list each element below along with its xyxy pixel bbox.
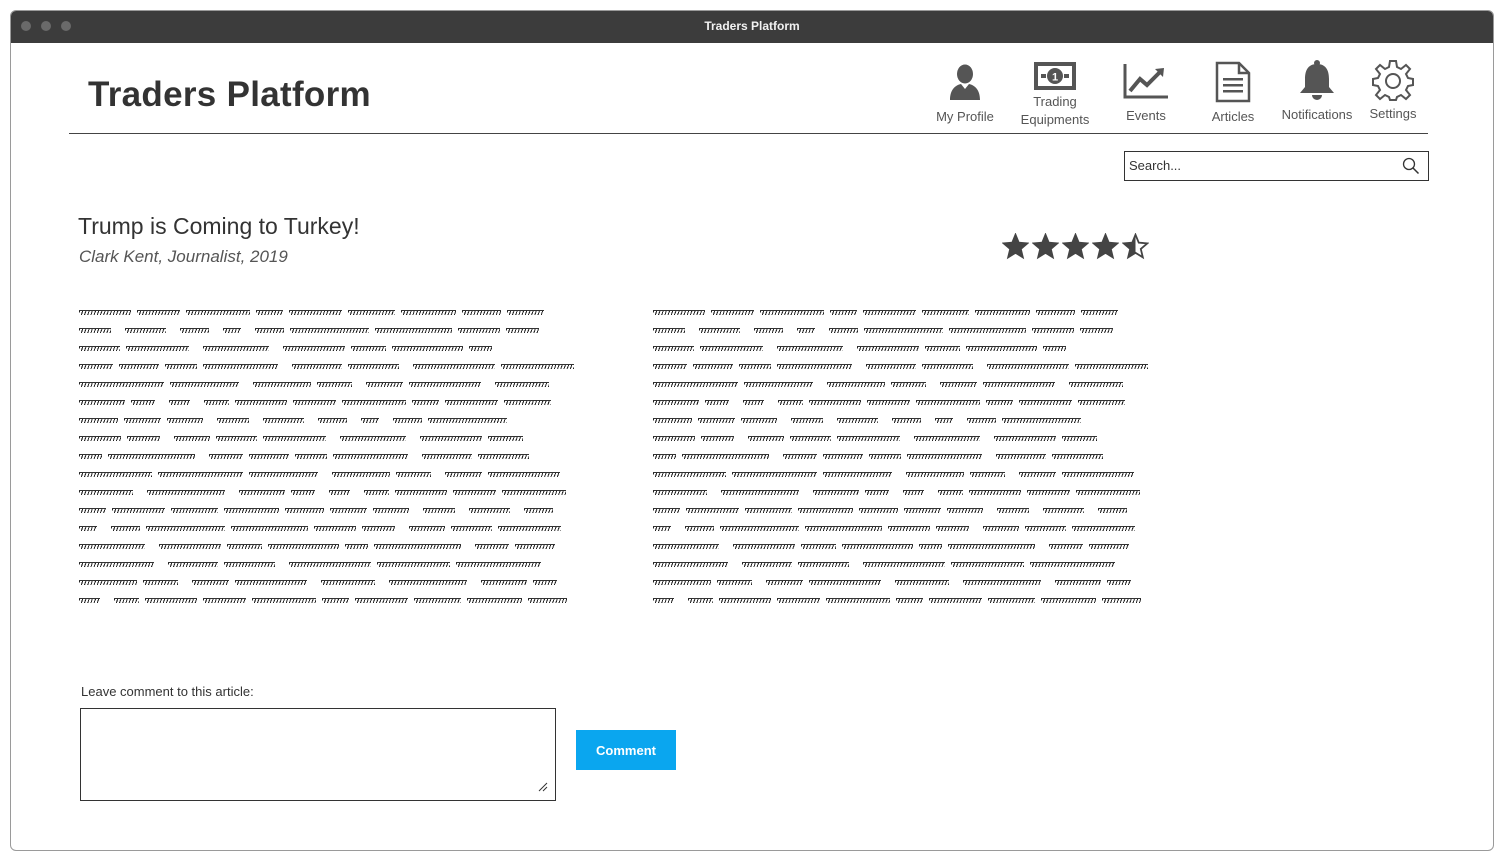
placeholder-text-line	[79, 412, 589, 430]
comment-textarea[interactable]	[80, 708, 556, 801]
nav-trading-equipments[interactable]: 1 Trading Equipments	[1011, 60, 1099, 129]
bell-icon	[1300, 60, 1334, 100]
article-byline: Clark Kent, Journalist, 2019	[79, 247, 288, 266]
placeholder-text-line	[79, 538, 589, 556]
placeholder-text-line	[653, 538, 1163, 556]
placeholder-text-line	[653, 520, 1163, 538]
nav-label-my-profile: My Profile	[936, 109, 994, 124]
placeholder-text-line	[79, 448, 589, 466]
placeholder-text-line	[79, 520, 589, 538]
nav-notifications[interactable]: Notifications	[1275, 59, 1359, 124]
article-body-left-column	[79, 304, 589, 610]
nav-label-trading-equipments: Trading Equipments	[1020, 94, 1090, 127]
window-title: Traders Platform	[704, 19, 800, 33]
window-titlebar: Traders Platform	[11, 11, 1493, 43]
placeholder-text-line	[79, 574, 589, 592]
placeholder-text-line	[79, 556, 589, 574]
nav-label-articles: Articles	[1211, 109, 1255, 124]
search-icon[interactable]	[1402, 157, 1420, 175]
star-full-icon[interactable]	[1062, 233, 1089, 260]
gear-icon	[1372, 60, 1414, 101]
user-icon	[950, 64, 980, 100]
placeholder-text-line	[79, 430, 589, 448]
placeholder-text-line	[653, 430, 1163, 448]
nav-label-settings: Settings	[1369, 106, 1417, 121]
app-title: Traders Platform	[88, 75, 371, 114]
placeholder-text-line	[79, 340, 589, 358]
article-body-right-column	[653, 304, 1163, 610]
placeholder-text-line	[653, 448, 1163, 466]
comment-button[interactable]: Comment	[576, 730, 676, 770]
star-full-icon[interactable]	[1032, 233, 1059, 260]
placeholder-text-line	[79, 304, 589, 322]
placeholder-text-line	[79, 466, 589, 484]
placeholder-text-line	[653, 412, 1163, 430]
placeholder-text-line	[653, 394, 1163, 412]
star-full-icon[interactable]	[1002, 233, 1029, 260]
nav-articles[interactable]: Articles	[1202, 61, 1264, 126]
placeholder-text-line	[653, 322, 1163, 340]
app-window: Traders Platform Traders Platform My Pro…	[10, 10, 1494, 851]
star-rating[interactable]	[1002, 233, 1149, 260]
comment-label: Leave comment to this article:	[81, 684, 254, 699]
star-full-icon[interactable]	[1092, 233, 1119, 260]
placeholder-text-line	[653, 376, 1163, 394]
banknote-icon: 1	[1034, 62, 1076, 90]
header-divider	[69, 133, 1428, 134]
search-input[interactable]	[1125, 152, 1398, 178]
placeholder-text-line	[653, 556, 1163, 574]
nav-settings[interactable]: Settings	[1363, 59, 1423, 123]
placeholder-text-line	[653, 592, 1163, 610]
placeholder-text-line	[79, 592, 589, 610]
placeholder-text-line	[79, 376, 589, 394]
nav-events[interactable]: Events	[1116, 61, 1176, 125]
placeholder-text-line	[653, 304, 1163, 322]
search-box[interactable]	[1124, 151, 1429, 181]
nav-label-events: Events	[1126, 108, 1166, 123]
placeholder-text-line	[653, 340, 1163, 358]
resize-grip-icon[interactable]	[538, 782, 548, 792]
placeholder-text-line	[79, 322, 589, 340]
placeholder-text-line	[79, 502, 589, 520]
placeholder-text-line	[653, 484, 1163, 502]
line-chart-icon	[1123, 64, 1168, 99]
nav-my-profile[interactable]: My Profile	[927, 63, 1003, 126]
article-title: Trump is Coming to Turkey!	[78, 213, 360, 239]
placeholder-text-line	[79, 358, 589, 376]
placeholder-text-line	[79, 484, 589, 502]
document-icon	[1215, 61, 1251, 103]
placeholder-text-line	[79, 394, 589, 412]
star-half-icon[interactable]	[1122, 233, 1149, 260]
placeholder-text-line	[653, 574, 1163, 592]
placeholder-text-line	[653, 466, 1163, 484]
placeholder-text-line	[653, 358, 1163, 376]
placeholder-text-line	[653, 502, 1163, 520]
nav-label-notifications: Notifications	[1281, 107, 1353, 122]
svg-text:1: 1	[1052, 72, 1058, 84]
